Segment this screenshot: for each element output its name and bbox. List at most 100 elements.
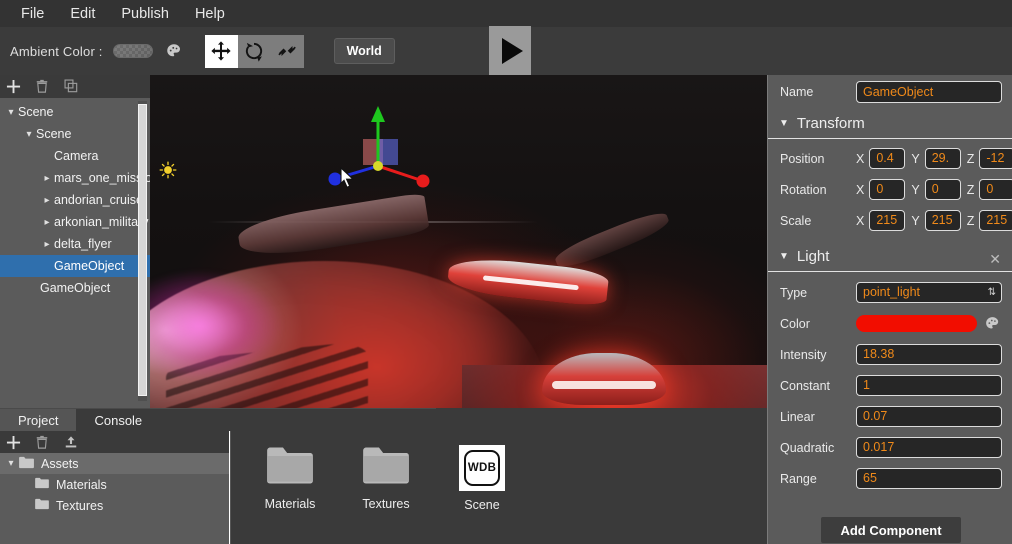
folder-icon (18, 456, 35, 472)
wdb-badge: WDB (464, 450, 500, 486)
light-color-swatch[interactable] (856, 315, 977, 332)
scale-y-input[interactable]: 215 (924, 210, 961, 231)
chevron-down-icon[interactable]: ▾ (4, 458, 18, 469)
scale-x-input[interactable]: 215 (869, 210, 906, 231)
chevron-right-icon[interactable]: ▸ (40, 217, 54, 228)
hierarchy-item-scene[interactable]: ▾ Scene (0, 123, 150, 145)
ambient-color-swatch[interactable] (112, 44, 153, 58)
position-row: Position X 0.4 Y 29. Z -12 (768, 143, 1012, 174)
trash-icon[interactable] (35, 79, 50, 94)
project-toolbar (0, 431, 229, 453)
hierarchy-item-delta-flyer[interactable]: ▸ delta_flyer (0, 233, 150, 255)
chevron-down-icon[interactable]: ▾ (22, 129, 36, 140)
scene-magenta-light (150, 271, 282, 381)
rotation-z-input[interactable]: 0 (979, 179, 1012, 200)
light-type-select[interactable]: point_light ⇅ (856, 282, 1002, 303)
axis-y-label: Y (911, 213, 920, 228)
hierarchy-item-mars-one-mission[interactable]: ▸ mars_one_mission (0, 167, 150, 189)
light-intensity-input[interactable]: 18.38 (856, 344, 1002, 365)
object-name-input[interactable]: GameObject (856, 81, 1002, 103)
palette-icon[interactable] (165, 42, 183, 60)
translate-gizmo-button[interactable] (204, 34, 238, 68)
chevron-updown-icon[interactable]: ⇅ (988, 283, 996, 302)
chevron-down-icon[interactable]: ▼ (779, 251, 789, 262)
project-tree-panel: ▾ Assets Materials Textures (0, 431, 230, 544)
menu-publish[interactable]: Publish (108, 3, 182, 25)
light-intensity-row: Intensity 18.38 (768, 339, 1012, 370)
palette-icon[interactable] (984, 315, 1002, 333)
hierarchy-item-andorian-cruiser[interactable]: ▸ andorian_cruiser (0, 189, 150, 211)
transform-section-header[interactable]: ▼ Transform (768, 109, 1012, 139)
light-section-header[interactable]: ▼ Light ✕ (768, 242, 1012, 272)
asset-item-scene[interactable]: WDB Scene (451, 445, 513, 512)
scrollbar-thumb[interactable] (138, 104, 147, 396)
hierarchy-item-gameobject[interactable]: GameObject (0, 277, 150, 299)
transform-gizmo-group (204, 34, 304, 68)
close-icon[interactable]: ✕ (989, 251, 1001, 268)
menu-edit[interactable]: Edit (57, 3, 108, 25)
hierarchy-item-label: Scene (18, 105, 54, 119)
menu-help[interactable]: Help (182, 3, 238, 25)
rotation-y-input[interactable]: 0 (924, 179, 961, 200)
translate-gizmo-3d[interactable] (320, 100, 440, 220)
light-linear-input[interactable]: 0.07 (856, 406, 1002, 427)
point-light-gizmo-icon[interactable] (159, 161, 177, 179)
rotation-x-input[interactable]: 0 (869, 179, 906, 200)
scale-label: Scale (780, 213, 812, 228)
chevron-right-icon[interactable]: ▸ (40, 173, 54, 184)
light-type-row: Type point_light ⇅ (768, 277, 1012, 308)
play-icon (501, 37, 523, 64)
light-quadratic-input[interactable]: 0.017 (856, 437, 1002, 458)
rotate-gizmo-button[interactable] (238, 35, 271, 68)
light-range-input[interactable]: 65 (856, 468, 1002, 489)
asset-label: Textures (362, 497, 410, 511)
scale-z-input[interactable]: 215 (979, 210, 1012, 231)
position-x-input[interactable]: 0.4 (869, 148, 906, 169)
hierarchy-item-scene-root[interactable]: ▾ Scene (0, 101, 150, 123)
project-item-textures[interactable]: Textures (0, 495, 229, 516)
tab-project[interactable]: Project (0, 409, 77, 431)
rotation-row: Rotation X 0 Y 0 Z 0 (768, 174, 1012, 205)
chevron-down-icon[interactable]: ▾ (4, 107, 18, 118)
bottom-tab-bar: Project Console (0, 409, 767, 431)
hierarchy-item-arkonian-military[interactable]: ▸ arkonian_military (0, 211, 150, 233)
light-constant-row: Constant 1 (768, 370, 1012, 401)
asset-item-textures[interactable]: Textures (355, 445, 417, 511)
plus-icon[interactable] (6, 79, 21, 94)
hierarchy-item-label: Scene (36, 127, 72, 141)
play-button[interactable] (489, 26, 531, 75)
copy-icon[interactable] (64, 79, 79, 94)
hierarchy-vertical-scrollbar[interactable] (138, 101, 147, 401)
move-arrows-icon (211, 41, 231, 61)
upload-icon[interactable] (64, 435, 79, 450)
hierarchy-item-gameobject-selected[interactable]: GameObject (0, 255, 150, 277)
position-y-input[interactable]: 29. (924, 148, 961, 169)
asset-label: Scene (464, 498, 500, 512)
position-z-input[interactable]: -12 (979, 148, 1012, 169)
project-item-assets[interactable]: ▾ Assets (0, 453, 229, 474)
light-constant-input[interactable]: 1 (856, 375, 1002, 396)
plus-icon[interactable] (6, 435, 21, 450)
trash-icon[interactable] (35, 435, 50, 450)
scale-arrows-icon (278, 45, 296, 57)
chevron-down-icon[interactable]: ▼ (779, 118, 789, 129)
axis-z-label: Z (966, 182, 975, 197)
ambient-color-label: Ambient Color : (10, 43, 103, 59)
project-item-label: Materials (56, 477, 107, 492)
add-component-button[interactable]: Add Component (821, 517, 961, 543)
asset-item-materials[interactable]: Materials (259, 445, 321, 511)
name-label: Name (780, 85, 814, 99)
light-constant-label: Constant (780, 378, 831, 393)
chevron-right-icon[interactable]: ▸ (40, 195, 54, 206)
3d-scene-viewport[interactable] (150, 75, 767, 408)
menu-file[interactable]: File (8, 3, 57, 25)
light-quadratic-row: Quadratic 0.017 (768, 432, 1012, 463)
hierarchy-tree: ▾ Scene ▾ Scene Camera ▸ mars_one_missio… (0, 98, 150, 299)
scale-gizmo-button[interactable] (271, 35, 304, 68)
project-item-materials[interactable]: Materials (0, 474, 229, 495)
coordinate-space-toggle[interactable]: World (333, 38, 395, 64)
tab-console[interactable]: Console (76, 409, 160, 431)
chevron-right-icon[interactable]: ▸ (40, 239, 54, 250)
light-linear-label: Linear (780, 409, 815, 424)
hierarchy-item-camera[interactable]: Camera (0, 145, 150, 167)
